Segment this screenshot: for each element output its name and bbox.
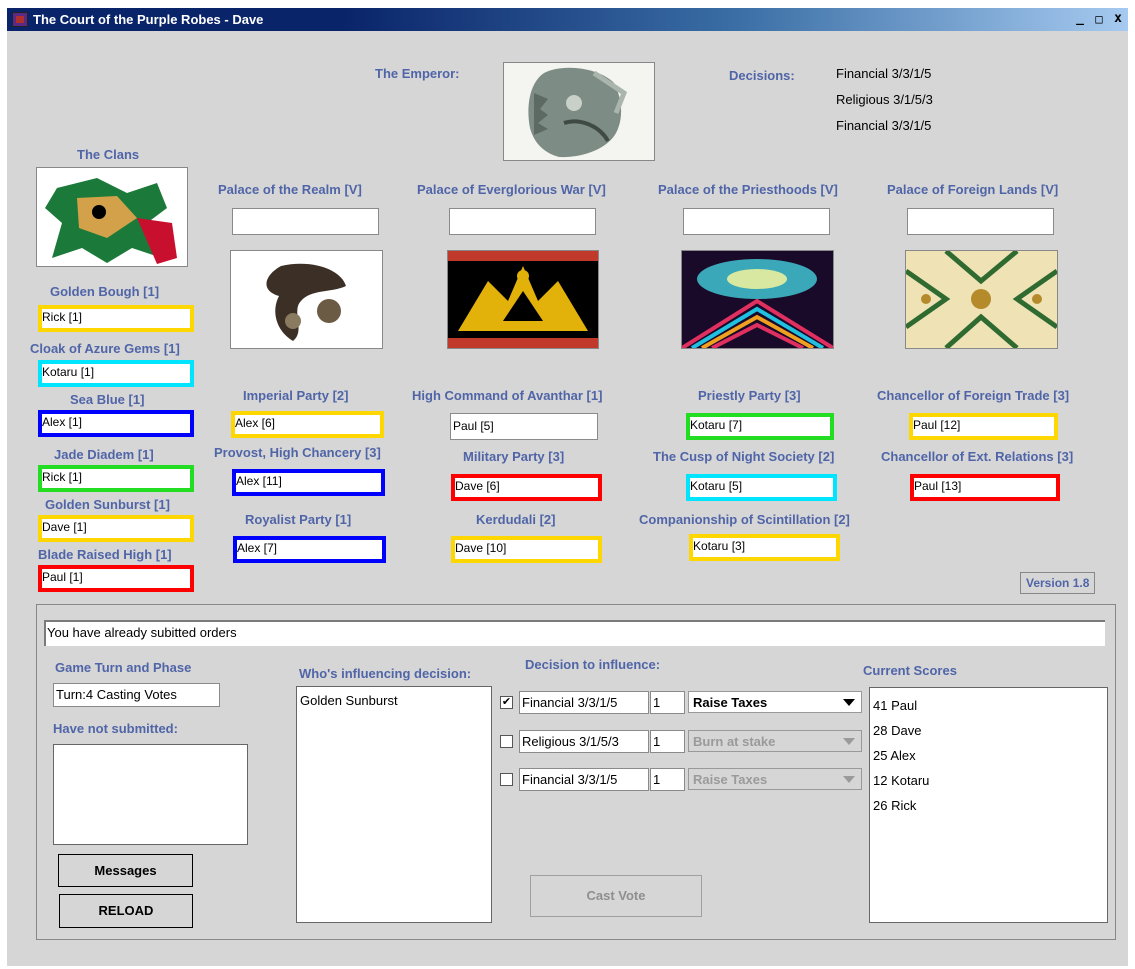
reload-button[interactable]: RELOAD	[59, 894, 193, 928]
amount-field[interactable]: 1	[650, 730, 685, 753]
palace-field	[683, 208, 830, 235]
emperor-label: The Emperor:	[375, 66, 460, 81]
title-bar[interactable]: The Court of the Purple Robes - Dave _ □…	[7, 8, 1128, 31]
decision-influence-label: Decision to influence:	[525, 657, 661, 672]
palace-field	[907, 208, 1054, 235]
office-label: Priestly Party [3]	[698, 388, 801, 403]
window-title: The Court of the Purple Robes - Dave	[33, 12, 264, 27]
decision-field: Religious 3/1/5/3	[519, 730, 649, 753]
game-turn-field: Turn:4 Casting Votes	[53, 683, 220, 707]
clan-label: Sea Blue [1]	[70, 392, 145, 407]
chevron-down-icon	[843, 699, 855, 706]
game-turn-label: Game Turn and Phase	[55, 660, 192, 675]
decision-item: Religious 3/1/5/3	[836, 92, 933, 107]
office-label: Imperial Party [2]	[243, 388, 349, 403]
palace-label: Palace of the Priesthoods [V]	[658, 182, 838, 197]
decision-checkbox[interactable]: ✔	[500, 696, 513, 709]
palace-field	[232, 208, 379, 235]
clan-holder-field: Alex [1]	[38, 410, 194, 437]
score-item: 41 Paul	[873, 698, 918, 713]
app-window: The Court of the Purple Robes - Dave _ □…	[7, 8, 1128, 966]
office-label: High Command of Avanthar [1]	[412, 388, 603, 403]
version-label: Version 1.8	[1020, 572, 1096, 594]
score-item: 28 Dave	[873, 723, 922, 738]
palace-label: Palace of the Realm [V]	[218, 182, 362, 197]
clan-holder-field: Rick [1]	[38, 305, 194, 332]
palace-label: Palace of Foreign Lands [V]	[887, 182, 1059, 197]
chevron-down-icon	[843, 738, 855, 745]
minimize-icon[interactable]: _	[1072, 11, 1088, 27]
office-label: Companionship of Scintillation [2]	[639, 512, 850, 527]
emperor-portrait	[503, 62, 655, 161]
influencing-label: Who's influencing decision:	[299, 666, 472, 681]
action-dropdown[interactable]: Raise Taxes	[688, 691, 862, 713]
action-dropdown-value: Burn at stake	[693, 734, 776, 749]
clans-title: The Clans	[77, 147, 140, 162]
decision-item: Financial 3/3/1/5	[836, 66, 932, 81]
score-item: 25 Alex	[873, 748, 916, 763]
clan-holder-field: Kotaru [1]	[38, 360, 194, 387]
influencing-list[interactable]: Golden Sunburst	[296, 686, 492, 923]
clans-emblem	[36, 167, 188, 267]
not-submitted-label: Have not submitted:	[53, 721, 178, 736]
clan-holder-field: Paul [1]	[38, 565, 194, 592]
influencing-item[interactable]: Golden Sunburst	[300, 693, 398, 708]
cast-vote-button[interactable]: Cast Vote	[530, 875, 702, 917]
scores-list[interactable]: 41 Paul 28 Dave 25 Alex 12 Kotaru 26 Ric…	[869, 687, 1108, 923]
action-dropdown-value: Raise Taxes	[693, 772, 768, 787]
office-holder-field: Paul [13]	[910, 474, 1060, 501]
palace-realm-image	[230, 250, 383, 349]
office-holder-field: Kotaru [3]	[689, 534, 840, 561]
office-holder-field: Dave [6]	[451, 474, 602, 501]
palace-priesthood-image	[681, 250, 834, 349]
office-holder-field: Alex [7]	[233, 536, 386, 563]
score-item: 12 Kotaru	[873, 773, 930, 788]
scores-label: Current Scores	[863, 663, 957, 678]
close-icon[interactable]: x	[1110, 11, 1126, 27]
office-label: Kerdudali [2]	[476, 512, 556, 527]
office-label: Provost, High Chancery [3]	[214, 445, 381, 460]
not-submitted-list[interactable]	[53, 744, 248, 845]
decision-field: Financial 3/3/1/5	[519, 691, 649, 714]
amount-field[interactable]: 1	[650, 768, 685, 791]
action-dropdown[interactable]: Raise Taxes	[688, 768, 862, 790]
office-holder-field: Kotaru [7]	[686, 413, 834, 440]
palace-field	[449, 208, 596, 235]
decision-field: Financial 3/3/1/5	[519, 768, 649, 791]
palace-label: Palace of Everglorious War [V]	[417, 182, 606, 197]
decision-checkbox[interactable]	[500, 773, 513, 786]
office-label: Military Party [3]	[463, 449, 565, 464]
office-label: Chancellor of Ext. Relations [3]	[881, 449, 1074, 464]
office-label: The Cusp of Night Society [2]	[653, 449, 835, 464]
clan-label: Golden Sunburst [1]	[45, 497, 170, 512]
palace-war-image	[447, 250, 599, 349]
office-holder-field: Alex [11]	[232, 469, 385, 496]
office-holder-field: Paul [12]	[909, 413, 1058, 440]
clan-label: Blade Raised High [1]	[38, 547, 172, 562]
clan-holder-field: Dave [1]	[38, 515, 194, 542]
chevron-down-icon	[843, 776, 855, 783]
maximize-icon[interactable]: □	[1091, 11, 1107, 27]
action-dropdown-value: Raise Taxes	[693, 695, 768, 710]
office-label: Chancellor of Foreign Trade [3]	[877, 388, 1070, 403]
clan-label: Cloak of Azure Gems [1]	[30, 341, 180, 356]
status-message: You have already subitted orders	[44, 620, 1105, 646]
messages-button[interactable]: Messages	[58, 854, 193, 887]
office-holder-field: Kotaru [5]	[686, 474, 837, 501]
decisions-label: Decisions:	[729, 68, 795, 83]
amount-field[interactable]: 1	[650, 691, 685, 714]
decision-checkbox[interactable]	[500, 735, 513, 748]
action-dropdown[interactable]: Burn at stake	[688, 730, 862, 752]
office-holder-field: Paul [5]	[450, 413, 598, 440]
clan-label: Golden Bough [1]	[50, 284, 160, 299]
office-holder-field: Dave [10]	[451, 536, 602, 563]
clan-holder-field: Rick [1]	[38, 465, 194, 492]
palace-foreign-image	[905, 250, 1058, 349]
clan-label: Jade Diadem [1]	[54, 447, 154, 462]
decision-item: Financial 3/3/1/5	[836, 118, 932, 133]
office-label: Royalist Party [1]	[245, 512, 352, 527]
office-holder-field: Alex [6]	[231, 411, 384, 438]
score-item: 26 Rick	[873, 798, 917, 813]
app-icon	[12, 12, 28, 27]
